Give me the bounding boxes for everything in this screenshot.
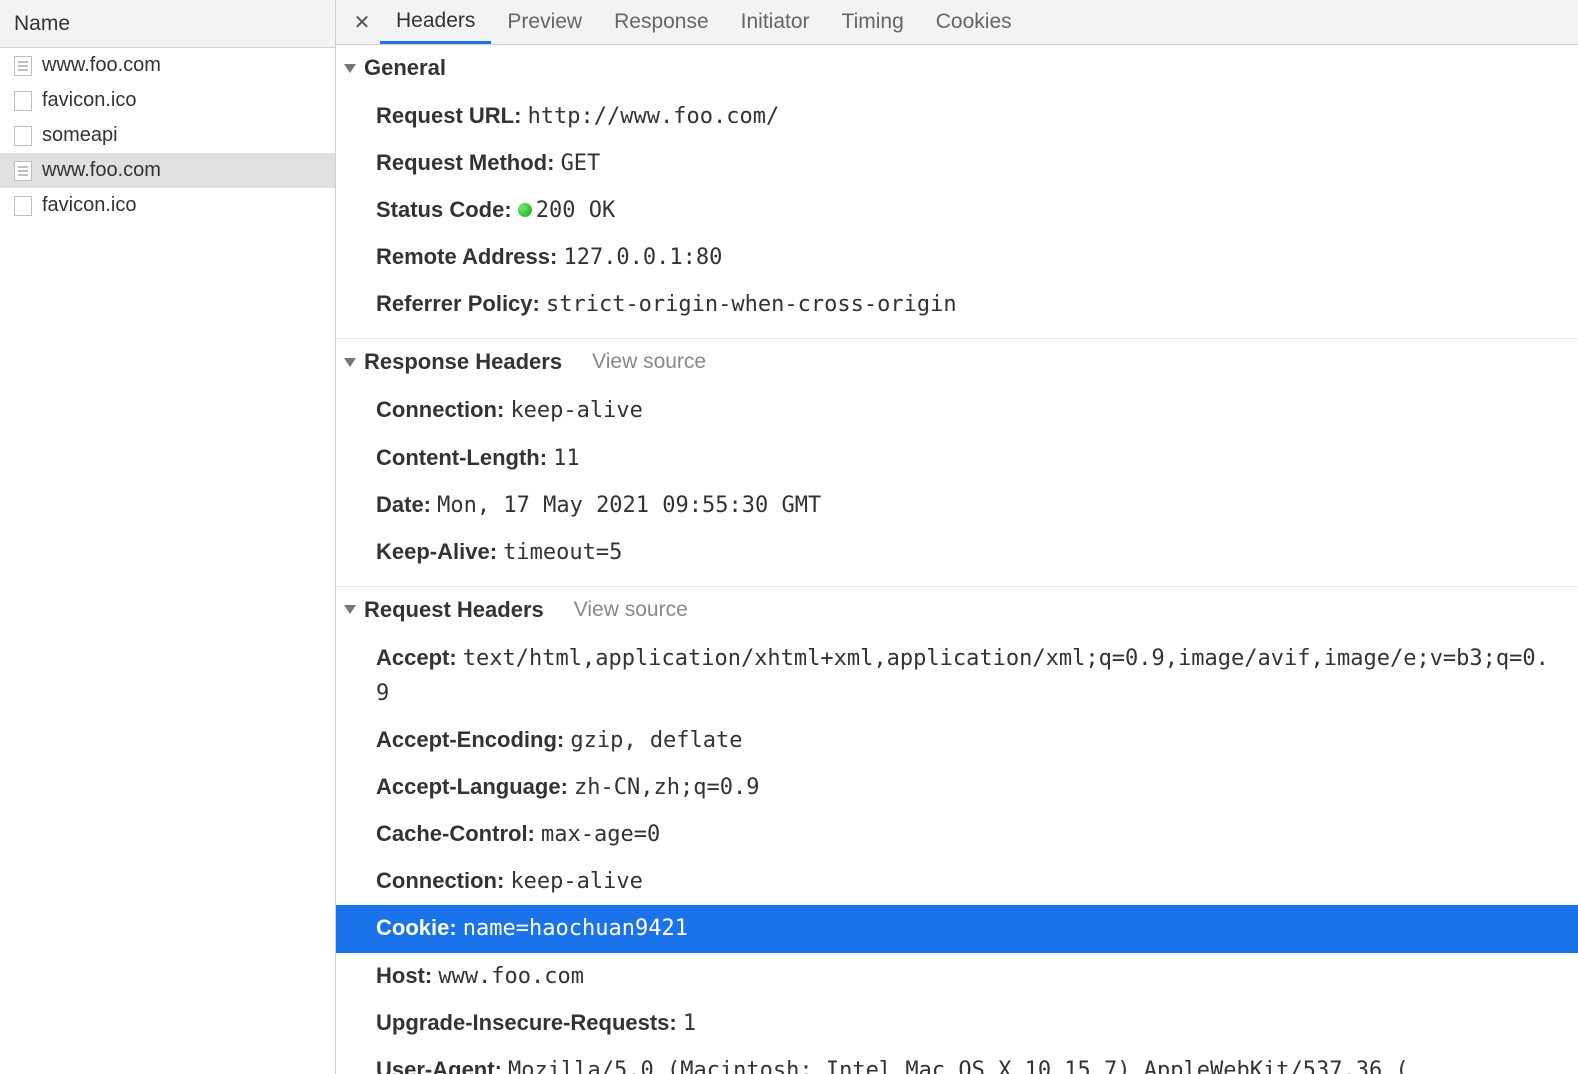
header-value: 1 (683, 1011, 696, 1036)
section-title: Request Headers (364, 597, 544, 623)
header-row[interactable]: Accept-Language: zh-CN,zh;q=0.9 (336, 764, 1578, 811)
kv-list-request: Accept: text/html,application/xhtml+xml,… (336, 631, 1578, 1074)
header-row[interactable]: Cookie: name=haochuan9421 (336, 905, 1578, 952)
header-key: Referrer Policy: (376, 291, 546, 316)
network-request-list-panel: Name www.foo.comfavicon.icosomeapiwww.fo… (0, 0, 336, 1074)
header-value: 200 OK (536, 198, 615, 223)
header-key: Remote Address: (376, 244, 563, 269)
header-key: Cache-Control: (376, 821, 541, 846)
document-icon (14, 161, 32, 181)
header-value: GET (561, 151, 601, 176)
tab-preview[interactable]: Preview (491, 0, 598, 44)
header-key: Connection: (376, 868, 510, 893)
header-value: text/html,application/xhtml+xml,applicat… (376, 646, 1549, 706)
headers-content: General Request URL: http://www.foo.com/R… (336, 45, 1578, 1074)
header-row[interactable]: Upgrade-Insecure-Requests: 1 (336, 1000, 1578, 1047)
header-row[interactable]: Request URL: http://www.foo.com/ (336, 93, 1578, 140)
header-row[interactable]: Connection: keep-alive (336, 858, 1578, 905)
header-value: Mozilla/5.0 (Macintosh; Intel Mac OS X 1… (508, 1058, 1409, 1074)
section-title: General (364, 55, 446, 81)
header-row[interactable]: Host: www.foo.com (336, 953, 1578, 1000)
chevron-down-icon (344, 64, 356, 73)
header-key: Keep-Alive: (376, 539, 503, 564)
header-row[interactable]: Keep-Alive: timeout=5 (336, 529, 1578, 576)
document-icon (14, 56, 32, 76)
header-value: 127.0.0.1:80 (563, 245, 722, 270)
request-row[interactable]: www.foo.com (0, 153, 335, 188)
header-key: Cookie: (376, 915, 463, 940)
header-row[interactable]: Accept-Encoding: gzip, deflate (336, 717, 1578, 764)
header-key: Request Method: (376, 150, 561, 175)
header-row[interactable]: Remote Address: 127.0.0.1:80 (336, 234, 1578, 281)
header-row[interactable]: Accept: text/html,application/xhtml+xml,… (336, 635, 1578, 717)
header-key: Host: (376, 963, 438, 988)
section-header-request[interactable]: Request Headers View source (336, 586, 1578, 631)
section-header-response[interactable]: Response Headers View source (336, 338, 1578, 383)
kv-list-response: Connection: keep-aliveContent-Length: 11… (336, 383, 1578, 585)
header-row[interactable]: Content-Length: 11 (336, 435, 1578, 482)
header-row[interactable]: Status Code: 200 OK (336, 187, 1578, 234)
document-icon (14, 126, 32, 146)
request-row-label: favicon.ico (42, 194, 137, 217)
header-row[interactable]: Referrer Policy: strict-origin-when-cros… (336, 281, 1578, 328)
request-row[interactable]: www.foo.com (0, 48, 335, 83)
header-key: Status Code: (376, 197, 518, 222)
section-title: Response Headers (364, 349, 562, 375)
header-value: zh-CN,zh;q=0.9 (574, 775, 759, 800)
document-icon (14, 91, 32, 111)
header-value: 11 (553, 446, 580, 471)
header-key: Accept: (376, 645, 463, 670)
document-icon (14, 196, 32, 216)
view-source-link[interactable]: View source (574, 598, 688, 622)
tab-cookies[interactable]: Cookies (920, 0, 1028, 44)
request-row[interactable]: someapi (0, 118, 335, 153)
header-row[interactable]: Request Method: GET (336, 140, 1578, 187)
tab-timing[interactable]: Timing (826, 0, 920, 44)
header-key: Request URL: (376, 103, 528, 128)
chevron-down-icon (344, 605, 356, 614)
request-list: www.foo.com favicon.ico someapi www.foo.com… (0, 48, 335, 223)
request-row[interactable]: favicon.ico (0, 188, 335, 223)
sidebar-column-header-name[interactable]: Name (0, 0, 335, 48)
header-value: http://www.foo.com/ (528, 104, 780, 129)
header-value: keep-alive (510, 398, 642, 423)
header-value: www.foo.com (438, 964, 584, 989)
request-row-label: www.foo.com (42, 159, 161, 182)
header-key: User-Agent: (376, 1057, 508, 1074)
details-tabs: ✕ HeadersPreviewResponseInitiatorTimingC… (336, 0, 1578, 45)
header-row[interactable]: User-Agent: Mozilla/5.0 (Macintosh; Inte… (336, 1047, 1578, 1074)
details-panel: ✕ HeadersPreviewResponseInitiatorTimingC… (336, 0, 1578, 1074)
header-key: Content-Length: (376, 445, 553, 470)
chevron-down-icon (344, 358, 356, 367)
header-value: timeout=5 (503, 540, 622, 565)
header-row[interactable]: Date: Mon, 17 May 2021 09:55:30 GMT (336, 482, 1578, 529)
view-source-link[interactable]: View source (592, 350, 706, 374)
tab-initiator[interactable]: Initiator (725, 0, 826, 44)
header-value: name=haochuan9421 (463, 916, 688, 941)
header-value: gzip, deflate (570, 728, 742, 753)
request-row-label: someapi (42, 124, 118, 147)
header-key: Date: (376, 492, 437, 517)
header-key: Accept-Language: (376, 774, 574, 799)
header-value: strict-origin-when-cross-origin (546, 292, 957, 317)
tab-headers[interactable]: Headers (380, 0, 491, 44)
section-header-general[interactable]: General (336, 45, 1578, 89)
header-key: Connection: (376, 397, 510, 422)
request-row-label: favicon.ico (42, 89, 137, 112)
kv-list-general: Request URL: http://www.foo.com/Request … (336, 89, 1578, 338)
header-key: Accept-Encoding: (376, 727, 570, 752)
header-value: Mon, 17 May 2021 09:55:30 GMT (437, 493, 821, 518)
header-key: Upgrade-Insecure-Requests: (376, 1010, 683, 1035)
request-row-label: www.foo.com (42, 54, 161, 77)
header-value: keep-alive (510, 869, 642, 894)
header-row[interactable]: Cache-Control: max-age=0 (336, 811, 1578, 858)
tab-response[interactable]: Response (598, 0, 725, 44)
close-icon[interactable]: ✕ (344, 0, 380, 44)
status-dot-icon (518, 203, 532, 217)
header-row[interactable]: Connection: keep-alive (336, 387, 1578, 434)
request-row[interactable]: favicon.ico (0, 83, 335, 118)
header-value: max-age=0 (541, 822, 660, 847)
